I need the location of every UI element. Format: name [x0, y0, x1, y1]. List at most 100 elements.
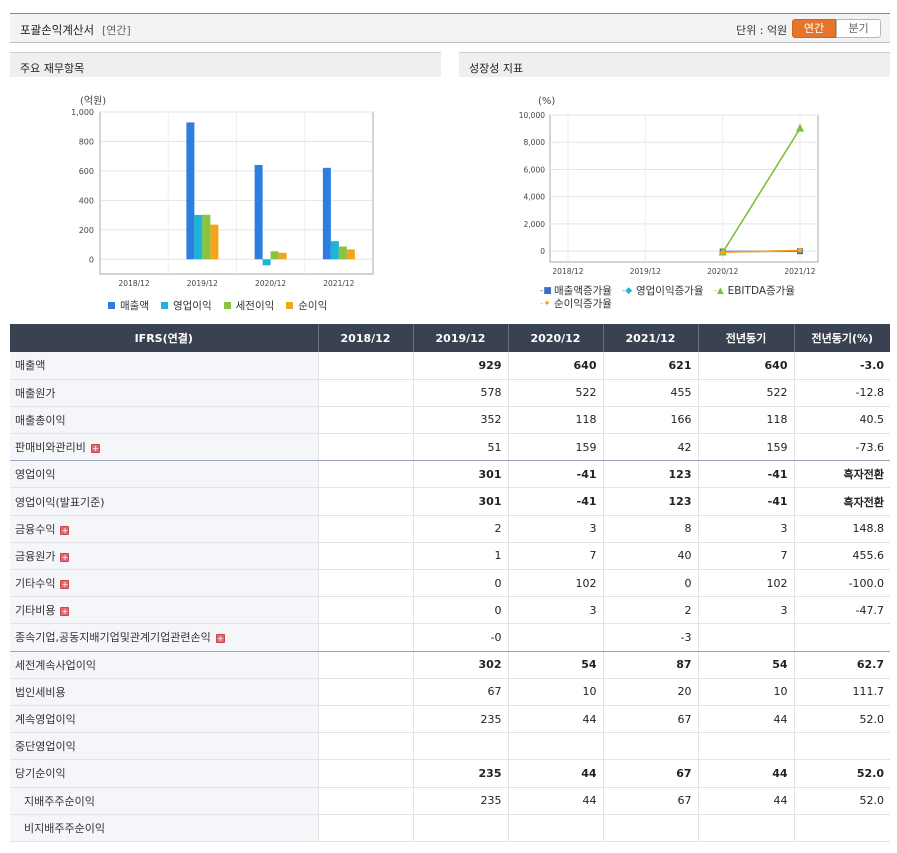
expand-icon[interactable]: + — [60, 525, 70, 535]
table-cell: 3 — [697, 596, 794, 625]
row-label[interactable]: 기타비용 + — [10, 596, 318, 625]
table-cell — [317, 542, 413, 571]
table-cell: -3 — [602, 623, 698, 652]
table-cell: 52.0 — [793, 787, 890, 815]
bar-매출액-2019/12 — [186, 122, 195, 260]
table-row: 영업이익 301 -41 123 -41 흑자전환 — [10, 460, 890, 489]
table-row: 세전계속사업이익 302 54 87 54 62.7 — [10, 651, 890, 679]
table-cell: 123 — [602, 460, 698, 489]
row-label: 세전계속사업이익 — [10, 651, 318, 679]
table-cell: 235 — [412, 759, 508, 788]
legend-item[interactable]: -◆ 영업이익증가율 — [622, 285, 704, 298]
table-row: 금융수익 +2 3 8 3 148.8 — [10, 515, 890, 543]
table-cell: 301 — [412, 487, 508, 516]
x-tick-label: 2018/12 — [119, 279, 150, 288]
table-cell: 301 — [412, 460, 508, 489]
expand-icon[interactable]: + — [215, 634, 225, 644]
table-cell — [317, 787, 413, 815]
legend-item[interactable]: 매출액 — [108, 298, 149, 313]
row-label[interactable]: 금융수익 + — [10, 515, 318, 543]
table-cell: -73.6 — [793, 433, 890, 462]
table-cell — [602, 732, 698, 761]
column-header: IFRS(연결) — [10, 324, 318, 352]
table-cell: -3.0 — [793, 352, 890, 380]
row-label: 매출원가 — [10, 379, 318, 407]
legend-item[interactable]: -✦ 순이익증가율 — [540, 298, 612, 311]
table-cell — [317, 732, 413, 761]
legend-item[interactable]: 세전이익 — [223, 298, 274, 313]
legend-item[interactable]: 영업이익 — [160, 298, 212, 313]
expand-icon[interactable]: + — [60, 607, 70, 617]
column-header: 2019/12 — [412, 324, 508, 352]
row-label[interactable]: 기타수익 + — [10, 569, 318, 598]
column-header: 2018/12 — [317, 324, 413, 352]
y-tick-label: 200 — [79, 226, 94, 235]
table-cell: 흑자전환 — [793, 487, 890, 516]
x-tick-label: 2019/12 — [630, 267, 661, 276]
bar-세전이익-2020/12 — [270, 251, 279, 260]
table-cell: 3 — [507, 515, 603, 543]
table-cell: 1 — [412, 542, 508, 571]
table-cell — [793, 623, 890, 652]
bar-영업이익-2021/12 — [330, 241, 339, 260]
y-tick-label: 800 — [79, 137, 94, 146]
table-cell: 67 — [602, 787, 698, 815]
x-tick-label: 2018/12 — [552, 267, 583, 276]
x-tick-label: 2019/12 — [187, 279, 218, 288]
table-cell: 54 — [697, 651, 794, 679]
column-header: 2020/12 — [507, 324, 603, 352]
table-cell: 52.0 — [793, 759, 890, 788]
x-tick-label: 2021/12 — [784, 267, 815, 276]
table-cell: 3 — [697, 515, 794, 543]
table-cell: -100.0 — [793, 569, 890, 598]
table-cell: 52.0 — [793, 705, 890, 734]
expand-icon[interactable]: + — [90, 444, 100, 454]
column-header: 전년동기 — [697, 324, 794, 352]
table-cell: 0 — [602, 569, 698, 598]
table-cell: 2 — [412, 515, 508, 543]
legend-item[interactable]: -▲ EBITDA증가율 — [714, 285, 795, 298]
table-cell: 166 — [602, 406, 698, 435]
table-cell: 44 — [507, 705, 603, 734]
table-cell — [317, 406, 413, 435]
row-label[interactable]: 종속기업,공동지배기업및관계기업관련손익 + — [10, 623, 318, 652]
table-cell: 455.6 — [793, 542, 890, 571]
bar-순이익-2019/12 — [210, 224, 219, 260]
table-row: 기타수익 +0 102 0 102 -100.0 — [10, 569, 890, 598]
annual-toggle-button[interactable]: 연간 — [792, 19, 836, 38]
table-cell: 44 — [697, 787, 794, 815]
bar-매출액-2021/12 — [322, 167, 331, 260]
legend-item[interactable]: -■ 매출액증가율 — [540, 285, 612, 298]
point-순이익증가율 — [720, 249, 726, 255]
x-tick-label: 2020/12 — [255, 279, 286, 288]
expand-icon[interactable]: + — [60, 552, 70, 562]
row-label[interactable]: 판매비와관리비 + — [10, 433, 318, 462]
table-cell — [697, 814, 794, 842]
y-unit-label: (억원) — [80, 95, 106, 107]
row-label[interactable]: 금융원가 + — [10, 542, 318, 571]
table-cell: -41 — [697, 487, 794, 516]
table-cell: 8 — [602, 515, 698, 543]
legend-label: 매출액증가율 — [554, 285, 612, 297]
table-cell — [317, 379, 413, 407]
bar-세전이익-2021/12 — [338, 246, 347, 260]
table-row: 지배주주순이익 235 44 67 44 52.0 — [10, 787, 890, 815]
table-row: 당기순이익 235 44 67 44 52.0 — [10, 759, 890, 788]
table-cell: 123 — [602, 487, 698, 516]
table-cell — [317, 814, 413, 842]
table-cell — [793, 732, 890, 761]
legend-item[interactable]: 순이익 — [286, 298, 327, 313]
expand-icon[interactable]: + — [60, 580, 70, 590]
table-cell: 235 — [412, 705, 508, 734]
legend-swatch — [160, 302, 168, 309]
table-cell: 44 — [507, 787, 603, 815]
table-cell: 40 — [602, 542, 698, 571]
table-cell: 67 — [602, 705, 698, 734]
quarter-toggle-button[interactable]: 분기 — [836, 19, 881, 38]
y-tick-label: 1,000 — [71, 108, 94, 117]
legend-marker: -✦ — [540, 299, 551, 309]
table-cell: 302 — [412, 651, 508, 679]
table-cell — [317, 460, 413, 489]
row-label: 매출액 — [10, 352, 318, 380]
table-cell — [317, 623, 413, 652]
